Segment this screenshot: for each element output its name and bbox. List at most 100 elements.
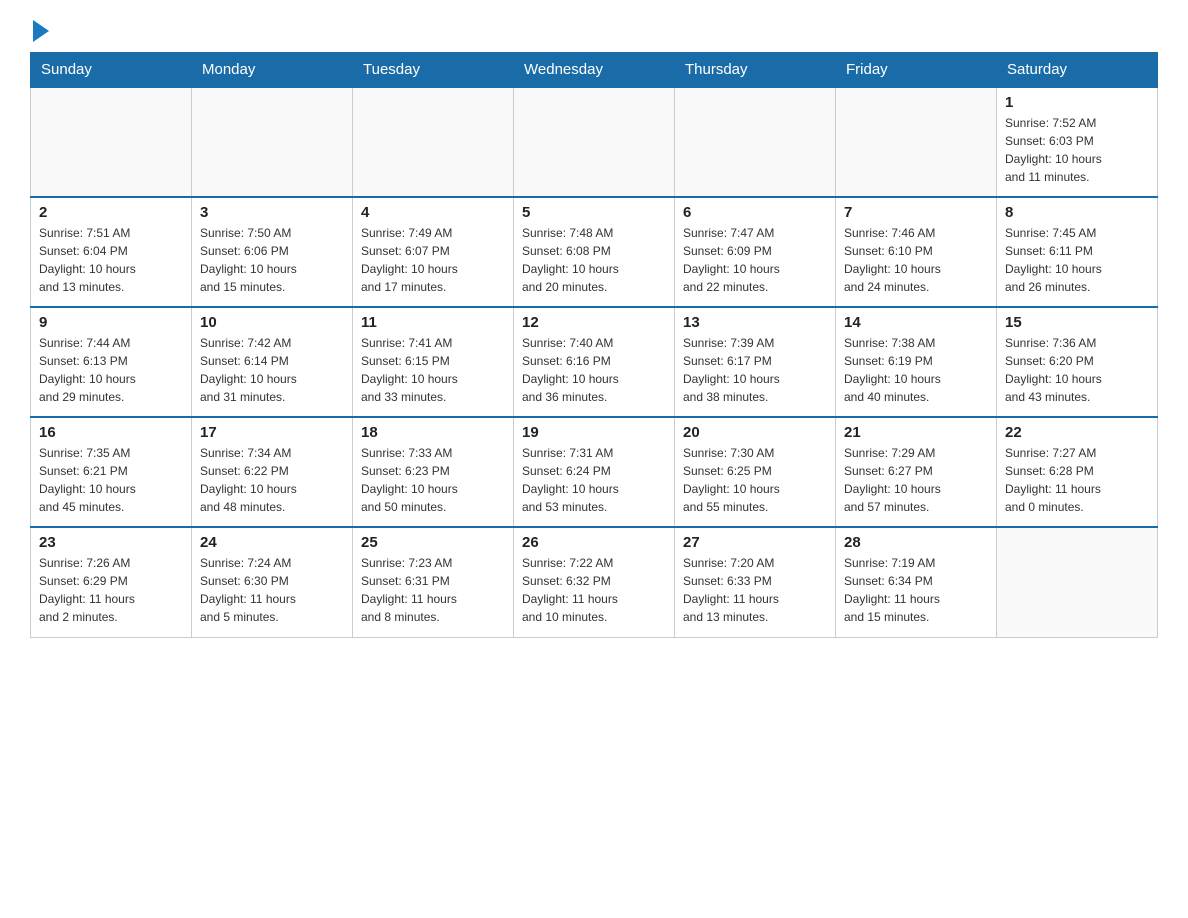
day-number: 19 <box>522 424 666 441</box>
calendar-week-row: 23 Sunrise: 7:26 AM Sunset: 6:29 PM Dayli… <box>31 527 1158 637</box>
calendar-day-cell: 3 Sunrise: 7:50 AM Sunset: 6:06 PM Daylig… <box>192 197 353 307</box>
calendar-day-cell: 20 Sunrise: 7:30 AM Sunset: 6:25 PM Dayli… <box>675 417 836 527</box>
day-info: Sunrise: 7:33 AM Sunset: 6:23 PM Dayligh… <box>361 444 505 516</box>
day-info: Sunrise: 7:45 AM Sunset: 6:11 PM Dayligh… <box>1005 224 1149 296</box>
day-header-thursday: Thursday <box>675 53 836 88</box>
day-number: 20 <box>683 424 827 441</box>
day-number: 26 <box>522 534 666 551</box>
logo <box>30 20 49 42</box>
day-number: 11 <box>361 314 505 331</box>
calendar-day-cell: 2 Sunrise: 7:51 AM Sunset: 6:04 PM Daylig… <box>31 197 192 307</box>
day-number: 17 <box>200 424 344 441</box>
day-info: Sunrise: 7:23 AM Sunset: 6:31 PM Dayligh… <box>361 554 505 626</box>
day-info: Sunrise: 7:36 AM Sunset: 6:20 PM Dayligh… <box>1005 334 1149 406</box>
calendar-day-cell: 15 Sunrise: 7:36 AM Sunset: 6:20 PM Dayli… <box>997 307 1158 417</box>
calendar-day-cell: 22 Sunrise: 7:27 AM Sunset: 6:28 PM Dayli… <box>997 417 1158 527</box>
calendar-day-cell: 7Sunrise: 7:46 AM Sunset: 6:10 PM Daylig… <box>836 197 997 307</box>
day-number: 2 <box>39 204 183 221</box>
calendar-day-cell <box>997 527 1158 637</box>
calendar-day-cell: 13 Sunrise: 7:39 AM Sunset: 6:17 PM Dayli… <box>675 307 836 417</box>
day-info: Sunrise: 7:51 AM Sunset: 6:04 PM Dayligh… <box>39 224 183 296</box>
day-number: 8 <box>1005 204 1149 221</box>
day-info: Sunrise: 7:27 AM Sunset: 6:28 PM Dayligh… <box>1005 444 1149 516</box>
calendar-day-cell <box>675 87 836 197</box>
calendar-day-cell: 5 Sunrise: 7:48 AM Sunset: 6:08 PM Daylig… <box>514 197 675 307</box>
calendar-day-cell: 6 Sunrise: 7:47 AM Sunset: 6:09 PM Daylig… <box>675 197 836 307</box>
day-header-sunday: Sunday <box>31 53 192 88</box>
day-info: Sunrise: 7:42 AM Sunset: 6:14 PM Dayligh… <box>200 334 344 406</box>
calendar-day-cell: 23 Sunrise: 7:26 AM Sunset: 6:29 PM Dayli… <box>31 527 192 637</box>
day-info: Sunrise: 7:30 AM Sunset: 6:25 PM Dayligh… <box>683 444 827 516</box>
day-info: Sunrise: 7:41 AM Sunset: 6:15 PM Dayligh… <box>361 334 505 406</box>
calendar-day-cell <box>353 87 514 197</box>
day-info: Sunrise: 7:24 AM Sunset: 6:30 PM Dayligh… <box>200 554 344 626</box>
calendar-day-cell: 19Sunrise: 7:31 AM Sunset: 6:24 PM Dayli… <box>514 417 675 527</box>
day-info: Sunrise: 7:20 AM Sunset: 6:33 PM Dayligh… <box>683 554 827 626</box>
calendar-day-cell: 26 Sunrise: 7:22 AM Sunset: 6:32 PM Dayli… <box>514 527 675 637</box>
calendar-day-cell: 4Sunrise: 7:49 AM Sunset: 6:07 PM Daylig… <box>353 197 514 307</box>
day-number: 12 <box>522 314 666 331</box>
day-info: Sunrise: 7:49 AM Sunset: 6:07 PM Dayligh… <box>361 224 505 296</box>
day-number: 21 <box>844 424 988 441</box>
day-number: 10 <box>200 314 344 331</box>
page-header <box>30 20 1158 42</box>
calendar-day-cell <box>192 87 353 197</box>
day-header-wednesday: Wednesday <box>514 53 675 88</box>
day-number: 24 <box>200 534 344 551</box>
day-number: 1 <box>1005 94 1149 111</box>
day-info: Sunrise: 7:19 AM Sunset: 6:34 PM Dayligh… <box>844 554 988 626</box>
day-number: 27 <box>683 534 827 551</box>
day-number: 22 <box>1005 424 1149 441</box>
day-info: Sunrise: 7:38 AM Sunset: 6:19 PM Dayligh… <box>844 334 988 406</box>
day-info: Sunrise: 7:35 AM Sunset: 6:21 PM Dayligh… <box>39 444 183 516</box>
day-number: 15 <box>1005 314 1149 331</box>
calendar-day-cell: 17 Sunrise: 7:34 AM Sunset: 6:22 PM Dayli… <box>192 417 353 527</box>
day-info: Sunrise: 7:48 AM Sunset: 6:08 PM Dayligh… <box>522 224 666 296</box>
calendar-day-cell: 12 Sunrise: 7:40 AM Sunset: 6:16 PM Dayli… <box>514 307 675 417</box>
day-info: Sunrise: 7:40 AM Sunset: 6:16 PM Dayligh… <box>522 334 666 406</box>
calendar-day-cell: 8 Sunrise: 7:45 AM Sunset: 6:11 PM Daylig… <box>997 197 1158 307</box>
day-info: Sunrise: 7:50 AM Sunset: 6:06 PM Dayligh… <box>200 224 344 296</box>
day-number: 14 <box>844 314 988 331</box>
calendar-week-row: 2 Sunrise: 7:51 AM Sunset: 6:04 PM Daylig… <box>31 197 1158 307</box>
calendar-day-cell: 18 Sunrise: 7:33 AM Sunset: 6:23 PM Dayli… <box>353 417 514 527</box>
day-info: Sunrise: 7:34 AM Sunset: 6:22 PM Dayligh… <box>200 444 344 516</box>
calendar-day-cell: 1 Sunrise: 7:52 AM Sunset: 6:03 PM Daylig… <box>997 87 1158 197</box>
day-info: Sunrise: 7:46 AM Sunset: 6:10 PM Dayligh… <box>844 224 988 296</box>
calendar-day-cell: 14 Sunrise: 7:38 AM Sunset: 6:19 PM Dayli… <box>836 307 997 417</box>
day-number: 6 <box>683 204 827 221</box>
day-info: Sunrise: 7:47 AM Sunset: 6:09 PM Dayligh… <box>683 224 827 296</box>
day-number: 9 <box>39 314 183 331</box>
day-number: 5 <box>522 204 666 221</box>
day-number: 18 <box>361 424 505 441</box>
calendar-week-row: 9 Sunrise: 7:44 AM Sunset: 6:13 PM Daylig… <box>31 307 1158 417</box>
calendar-day-cell: 24 Sunrise: 7:24 AM Sunset: 6:30 PM Dayli… <box>192 527 353 637</box>
day-number: 16 <box>39 424 183 441</box>
calendar-day-cell <box>31 87 192 197</box>
day-number: 28 <box>844 534 988 551</box>
day-number: 3 <box>200 204 344 221</box>
day-info: Sunrise: 7:39 AM Sunset: 6:17 PM Dayligh… <box>683 334 827 406</box>
calendar-day-cell: 25 Sunrise: 7:23 AM Sunset: 6:31 PM Dayli… <box>353 527 514 637</box>
calendar-header-row: SundayMondayTuesdayWednesdayThursdayFrid… <box>31 53 1158 88</box>
calendar-day-cell <box>836 87 997 197</box>
day-header-tuesday: Tuesday <box>353 53 514 88</box>
calendar-day-cell: 27 Sunrise: 7:20 AM Sunset: 6:33 PM Dayli… <box>675 527 836 637</box>
calendar-day-cell <box>514 87 675 197</box>
day-header-monday: Monday <box>192 53 353 88</box>
day-info: Sunrise: 7:52 AM Sunset: 6:03 PM Dayligh… <box>1005 114 1149 186</box>
day-info: Sunrise: 7:44 AM Sunset: 6:13 PM Dayligh… <box>39 334 183 406</box>
calendar-week-row: 16 Sunrise: 7:35 AM Sunset: 6:21 PM Dayli… <box>31 417 1158 527</box>
logo-triangle-icon <box>33 20 49 42</box>
calendar-day-cell: 16 Sunrise: 7:35 AM Sunset: 6:21 PM Dayli… <box>31 417 192 527</box>
day-number: 13 <box>683 314 827 331</box>
day-info: Sunrise: 7:26 AM Sunset: 6:29 PM Dayligh… <box>39 554 183 626</box>
calendar-day-cell: 9 Sunrise: 7:44 AM Sunset: 6:13 PM Daylig… <box>31 307 192 417</box>
calendar-day-cell: 11 Sunrise: 7:41 AM Sunset: 6:15 PM Dayli… <box>353 307 514 417</box>
day-header-friday: Friday <box>836 53 997 88</box>
calendar-day-cell: 10 Sunrise: 7:42 AM Sunset: 6:14 PM Dayli… <box>192 307 353 417</box>
day-number: 25 <box>361 534 505 551</box>
calendar-week-row: 1 Sunrise: 7:52 AM Sunset: 6:03 PM Daylig… <box>31 87 1158 197</box>
day-number: 23 <box>39 534 183 551</box>
day-info: Sunrise: 7:22 AM Sunset: 6:32 PM Dayligh… <box>522 554 666 626</box>
